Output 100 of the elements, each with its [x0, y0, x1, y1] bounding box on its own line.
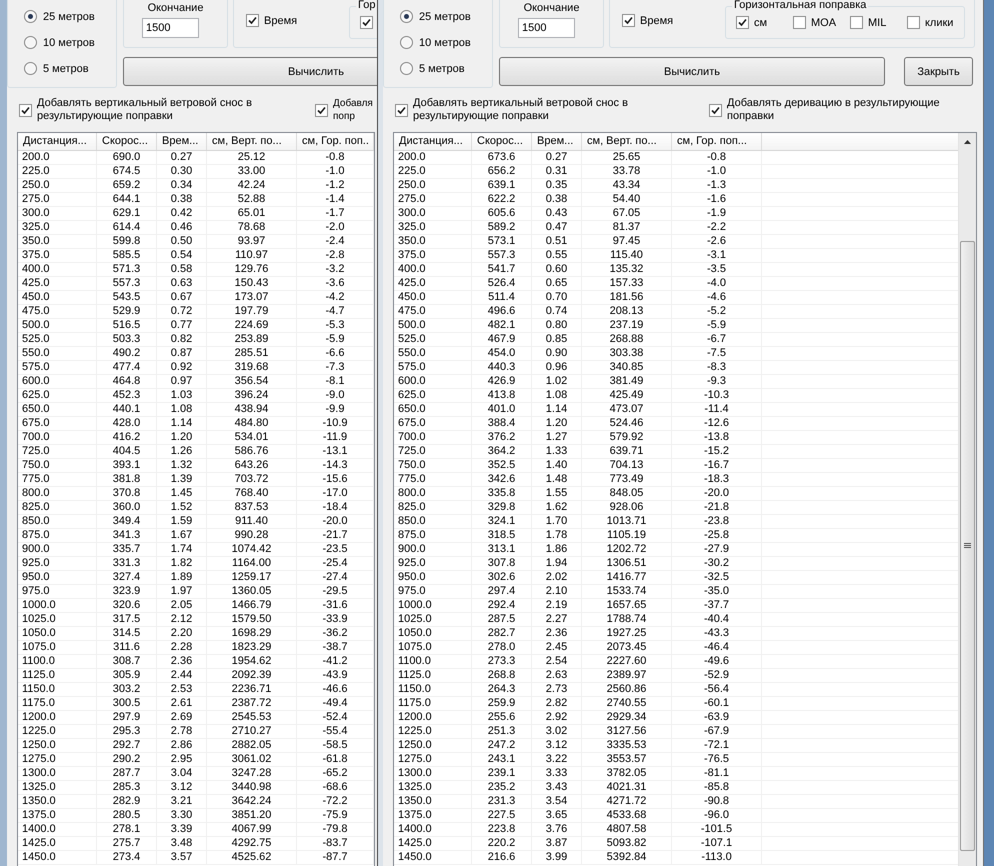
scrollbar-thumb[interactable]: [960, 241, 975, 851]
table-cell: 3247.28: [207, 767, 297, 780]
table-cell: 416.2: [97, 431, 157, 444]
table-cell: -81.1: [672, 767, 762, 780]
table-cell: 571.3: [97, 263, 157, 276]
table-cell: 220.2: [472, 837, 532, 850]
radio-label[interactable]: 25 метров: [43, 10, 95, 22]
table-cell: 413.8: [472, 389, 532, 402]
radio-button[interactable]: [24, 62, 37, 75]
table-cell: 1300.0: [18, 767, 97, 780]
table-cell: 475.0: [18, 305, 97, 318]
radio-button[interactable]: [400, 36, 413, 49]
table-cell: 0.77: [157, 319, 207, 332]
table-cell: 1.78: [532, 529, 582, 542]
vertical-scrollbar[interactable]: [958, 133, 976, 866]
column-header[interactable]: Врем...: [532, 133, 582, 150]
table-cell: 1175.0: [18, 697, 97, 710]
column-header[interactable]: Скорос...: [472, 133, 532, 150]
table-cell: -6.7: [672, 333, 762, 346]
option-checkbox[interactable]: Добавлять вертикальный ветровой снос в результирующие поправки: [395, 97, 655, 123]
column-header[interactable]: см, Верт. по...: [207, 133, 297, 150]
option-checkbox[interactable]: Добавлять деривацию в результирующие поправки: [709, 97, 967, 123]
option-checkbox[interactable]: Добавля попр: [315, 97, 377, 123]
table-cell: 675.0: [18, 417, 97, 430]
end-label: Окончание: [148, 2, 204, 14]
column-header[interactable]: см, Гор. поп..: [297, 133, 374, 150]
radio-label[interactable]: 5 метров: [43, 62, 89, 74]
table-cell: 700.0: [18, 431, 97, 444]
table-cell: 314.5: [97, 627, 157, 640]
column-header[interactable]: Врем...: [157, 133, 207, 150]
table-cell: 911.40: [207, 515, 297, 528]
radio-label[interactable]: 10 метров: [419, 36, 471, 48]
table-cell: 0.65: [532, 277, 582, 290]
table-cell: -46.6: [297, 683, 374, 696]
table-cell: 1.26: [157, 445, 207, 458]
calculate-button[interactable]: Вычислить: [499, 57, 885, 86]
unit-checkbox[interactable]: MIL: [850, 16, 907, 29]
table-cell: 216.6: [472, 851, 532, 864]
column-header[interactable]: см, Верт. по...: [582, 133, 672, 150]
table-cell: -101.5: [672, 823, 762, 836]
time-checkbox[interactable]: Время: [246, 14, 346, 27]
check-icon: [737, 17, 748, 28]
table-cell: 313.1: [472, 543, 532, 556]
table-cell: 1074.42: [207, 543, 297, 556]
radio-button[interactable]: [400, 62, 413, 75]
column-header[interactable]: Дистанция...: [394, 133, 472, 150]
table-cell: 1698.29: [207, 627, 297, 640]
radio-label[interactable]: 10 метров: [43, 36, 95, 48]
table-cell: 428.0: [97, 417, 157, 430]
table-cell: 404.5: [97, 445, 157, 458]
table-cell: 2387.72: [207, 697, 297, 710]
radio-label[interactable]: 5 метров: [419, 62, 465, 74]
table-cell: 393.1: [97, 459, 157, 472]
table-cell: -2.2: [672, 221, 762, 234]
column-header[interactable]: Дистанция...: [18, 133, 97, 150]
scroll-up-icon[interactable]: [964, 140, 971, 144]
table-cell: 990.28: [207, 529, 297, 542]
table-cell: 925.0: [18, 557, 97, 570]
table-cell: -11.4: [672, 403, 762, 416]
unit-checkbox[interactable]: MOA: [793, 16, 850, 29]
radio-button[interactable]: [24, 36, 37, 49]
table-cell: -76.5: [672, 753, 762, 766]
radio-button[interactable]: [24, 10, 37, 23]
table-cell: 850.0: [394, 515, 472, 528]
table-cell: 1657.65: [582, 599, 672, 612]
table-cell: 426.9: [472, 375, 532, 388]
table-cell: 268.88: [582, 333, 672, 346]
table-cell: -37.7: [672, 599, 762, 612]
radio-label[interactable]: 25 метров: [419, 10, 471, 22]
table-cell: 440.3: [472, 361, 532, 374]
column-header[interactable]: см, Гор. поп...: [672, 133, 762, 150]
calculate-button[interactable]: Вычислить: [123, 57, 377, 86]
table-cell: 800.0: [18, 487, 97, 500]
table-cell: 25.65: [582, 151, 672, 164]
unit-checkbox[interactable]: см: [736, 16, 793, 29]
table-cell: 331.3: [97, 557, 157, 570]
table-cell: 2.44: [157, 669, 207, 682]
table-cell: 1350.0: [394, 795, 472, 808]
table-cell: 325.0: [18, 221, 97, 234]
table-cell: -6.6: [297, 347, 374, 360]
option-checkbox[interactable]: Добавлять вертикальный ветровой снос в результирующие поправки: [19, 97, 279, 123]
table-cell: 0.58: [157, 263, 207, 276]
table-cell: 650.0: [394, 403, 472, 416]
end-distance-field[interactable]: 1500: [518, 18, 575, 38]
column-header[interactable]: Скорос...: [97, 133, 157, 150]
table-cell: 800.0: [394, 487, 472, 500]
end-distance-field[interactable]: 1500: [142, 18, 199, 38]
table-cell: 625.0: [394, 389, 472, 402]
table-cell: -5.9: [672, 319, 762, 332]
table-cell: 275.0: [18, 193, 97, 206]
close-button[interactable]: Закрыть: [904, 57, 973, 86]
table-cell: 2.36: [532, 627, 582, 640]
table-cell: 1150.0: [394, 683, 472, 696]
table-cell: 1.45: [157, 487, 207, 500]
table-cell: 115.40: [582, 249, 672, 262]
unit-checkbox[interactable]: клики: [907, 16, 964, 29]
time-checkbox[interactable]: Время: [622, 14, 722, 27]
radio-button[interactable]: [400, 10, 413, 23]
table-cell: 2.69: [157, 711, 207, 724]
table-cell: 3440.98: [207, 781, 297, 794]
